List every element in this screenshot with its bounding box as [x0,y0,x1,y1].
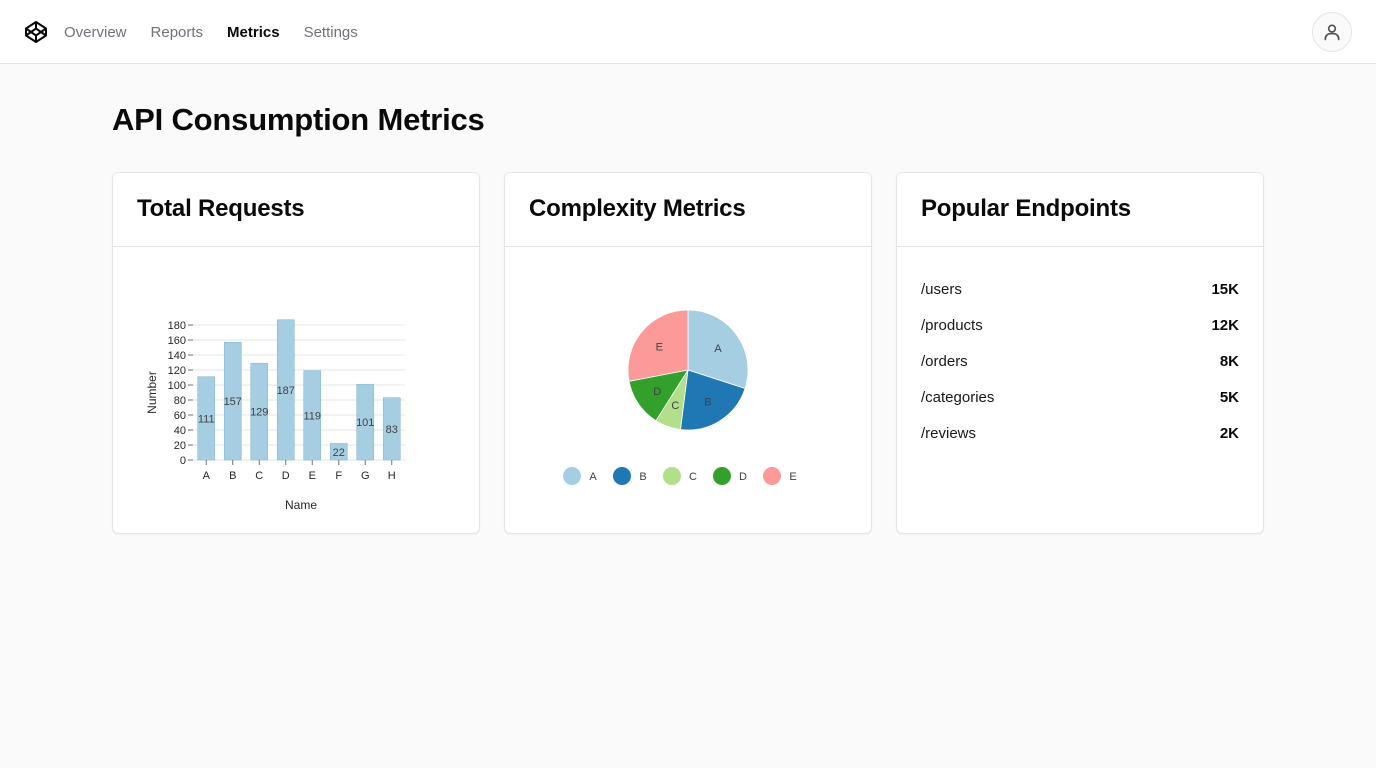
complexity-pie-chart: ABCDEA B C D E [563,309,797,485]
bar-value-label: 111 [198,413,215,425]
endpoint-list: /users 15K /products 12K /orders 8K /cat… [897,247,1263,451]
legend-swatch-E [763,467,781,485]
card-body: /users 15K /products 12K /orders 8K /cat… [897,247,1263,534]
x-tick-label: A [203,470,211,482]
card-title: Total Requests [137,195,305,222]
y-axis-label: Number [145,371,159,414]
card-title: Popular Endpoints [921,195,1131,222]
nav-item-settings[interactable]: Settings [304,24,358,41]
main-nav: Overview Reports Metrics Settings [64,0,382,64]
endpoint-row: /categories 5K [921,379,1239,415]
endpoint-path: /categories [921,388,995,406]
bar-value-label: 129 [250,407,268,419]
endpoint-count: 5K [1219,388,1239,406]
legend-swatch-C [663,467,681,485]
legend-swatch-D [713,467,731,485]
x-axis-label: Name [285,498,317,512]
bar-value-label: 101 [356,417,374,429]
y-tick-label: 0 [180,455,186,467]
y-tick-label: 40 [174,425,186,437]
legend-label: A [589,471,597,483]
pie-slice-label: E [656,341,663,353]
endpoint-count: 12K [1211,316,1239,334]
bar-value-label: 22 [333,447,345,459]
endpoint-path: /products [921,316,983,334]
card-header: Complexity Metrics [505,173,871,247]
page-title: API Consumption Metrics [112,102,485,137]
card-header: Popular Endpoints [897,173,1263,247]
pie-slice-label: A [714,343,722,355]
pie-slice-label: D [653,386,661,398]
endpoint-path: /orders [921,352,968,370]
card-body: 0 20 40 60 80 100 120 140 160 180 Number 111 A 157 B 12… [113,247,479,534]
y-tick-label: 100 [168,380,186,392]
endpoint-count: 15K [1211,280,1239,298]
nav-item-metrics[interactable]: Metrics [227,24,280,41]
nav-item-reports[interactable]: Reports [151,24,204,41]
x-tick-label: F [335,470,342,482]
bar-value-label: 119 [303,410,321,422]
y-tick-label: 120 [168,365,186,377]
bar-value-label: 187 [277,385,295,397]
legend-label: D [739,471,747,483]
legend-swatch-B [613,467,631,485]
endpoint-path: /reviews [921,424,977,442]
pie-slice-label: B [704,396,711,408]
endpoint-path: /users [921,280,962,298]
x-tick-label: G [361,470,370,482]
legend-label: B [639,471,646,483]
user-avatar-button[interactable] [1312,12,1352,52]
bar-value-label: 157 [224,396,242,408]
bar-value-label: 83 [386,424,398,436]
user-icon [1324,24,1340,41]
endpoint-count: 2K [1219,424,1239,442]
x-tick-label: C [255,470,263,482]
pie-slice-label: C [671,400,679,412]
total-requests-bar-chart: 0 20 40 60 80 100 120 140 160 180 Number 111 A 157 B 12… [145,319,405,512]
x-tick-label: E [309,470,316,482]
endpoint-row: /products 12K [921,307,1239,343]
legend-label: C [689,471,697,483]
y-tick-label: 180 [168,320,186,332]
endpoint-row: /reviews 2K [921,415,1239,451]
complexity-metrics-card: Complexity Metrics ABCDEABCDE [504,172,872,534]
x-tick-label: B [229,470,236,482]
card-title: Complexity Metrics [529,195,746,222]
y-tick-label: 60 [174,410,186,422]
codepen-logo-icon[interactable] [24,20,48,44]
y-tick-label: 80 [174,395,186,407]
top-navigation-bar: Overview Reports Metrics Settings [0,0,1376,64]
legend-swatch-A [563,467,581,485]
legend-label: E [789,471,796,483]
card-body: ABCDEABCDE [505,247,871,534]
endpoint-row: /users 15K [921,271,1239,307]
x-tick-label: H [388,470,396,482]
endpoint-row: /orders 8K [921,343,1239,379]
total-requests-card: Total Requests 0 20 40 60 80 100 120 140 160 180 N… [112,172,480,534]
popular-endpoints-card: Popular Endpoints /users 15K /products 1… [896,172,1264,534]
x-tick-label: D [282,470,290,482]
nav-item-overview[interactable]: Overview [64,24,127,41]
card-header: Total Requests [113,173,479,247]
y-tick-label: 140 [168,350,186,362]
endpoint-count: 8K [1219,352,1239,370]
y-tick-label: 20 [174,440,186,452]
y-tick-label: 160 [168,335,186,347]
